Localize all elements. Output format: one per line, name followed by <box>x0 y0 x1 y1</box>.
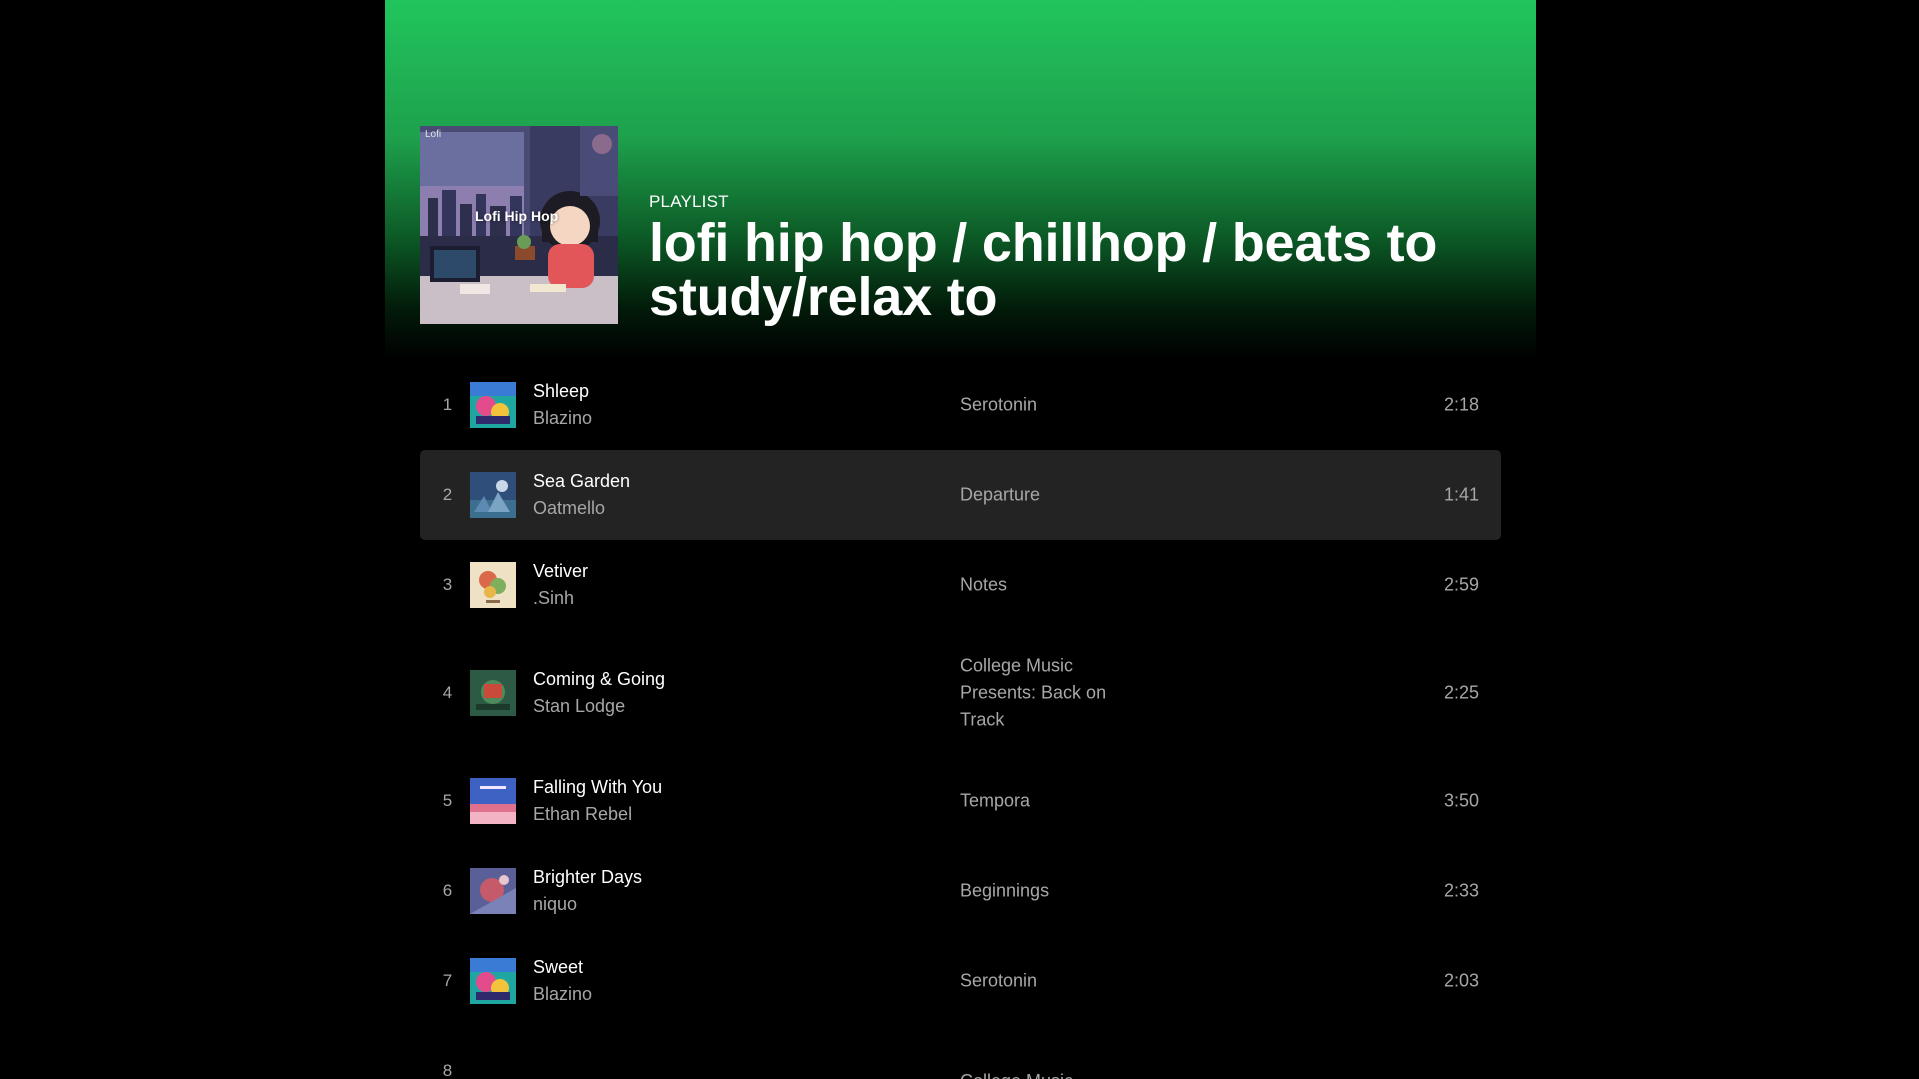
playlist-header: Lofi Lofi Hip Hop PLAYLIST lofi hip hop … <box>385 0 1536 360</box>
track-meta: Sweet Blazino <box>533 954 592 1008</box>
track-row[interactable]: 5 Falling With You Ethan Rebel Tempora 3… <box>420 756 1501 846</box>
track-meta: Sea Garden Oatmello <box>533 468 630 522</box>
track-row[interactable]: 7 Sweet Blazino Serotonin 2:03 <box>420 936 1501 1026</box>
track-number: 4 <box>442 683 453 702</box>
track-artist[interactable]: Stan Lodge <box>533 693 665 720</box>
track-row[interactable]: 2 Sea Garden Oatmello Departure 1:41 <box>420 450 1501 540</box>
track-art <box>470 958 516 1004</box>
track-row[interactable]: 4 Coming & Going Stan Lodge College Musi… <box>420 630 1501 756</box>
track-duration: 3:50 <box>1443 790 1479 811</box>
track-title[interactable]: Brighter Days <box>533 864 642 891</box>
playlist-type-label: PLAYLIST <box>649 192 729 211</box>
track-meta: Coming & Going Stan Lodge <box>533 666 665 720</box>
track-artist[interactable]: Oatmello <box>533 495 630 522</box>
track-duration: 2:03 <box>1443 970 1479 991</box>
track-duration: 1:41 <box>1443 484 1479 505</box>
track-number: 2 <box>442 485 453 504</box>
track-album[interactable]: Tempora <box>960 788 1125 815</box>
track-album[interactable]: College Music Presents: Back on Track <box>960 653 1125 734</box>
cover-title-text: Lofi Hip Hop <box>475 208 559 224</box>
track-artist[interactable]: Blazino <box>533 981 592 1008</box>
track-album[interactable]: Serotonin <box>960 968 1125 995</box>
track-meta: Shleep Blazino <box>533 378 592 432</box>
track-album[interactable]: Departure <box>960 482 1125 509</box>
track-art <box>470 778 516 824</box>
track-album[interactable]: Serotonin <box>960 392 1125 419</box>
track-row[interactable]: 3 Vetiver .Sinh Notes 2:59 <box>420 540 1501 630</box>
track-meta: Falling With You Ethan Rebel <box>533 774 662 828</box>
playlist-cover-art: Lofi Lofi Hip Hop <box>420 126 618 324</box>
track-title[interactable]: Falling With You <box>533 774 662 801</box>
track-art <box>470 382 516 428</box>
track-artist[interactable]: .Sinh <box>533 585 588 612</box>
track-title[interactable]: Shleep <box>533 378 592 405</box>
track-title[interactable]: Coming & Going <box>533 666 665 693</box>
track-number: 5 <box>442 791 453 810</box>
track-duration: 2:59 <box>1443 574 1479 595</box>
track-art <box>470 670 516 716</box>
track-artist[interactable]: niquo <box>533 891 642 918</box>
track-row[interactable]: 1 Shleep Blazino Serotonin 2:18 <box>420 360 1501 450</box>
track-meta: Brighter Days niquo <box>533 864 642 918</box>
track-duration: 2:25 <box>1443 682 1479 703</box>
track-row[interactable]: 8 College Music <box>420 1026 1501 1079</box>
track-row[interactable]: 6 Brighter Days niquo Beginnings 2:33 <box>420 846 1501 936</box>
cover-brand-mark: Lofi <box>425 129 442 140</box>
track-album[interactable]: Notes <box>960 572 1125 599</box>
track-duration: 2:33 <box>1443 880 1479 901</box>
track-duration: 2:18 <box>1443 394 1479 415</box>
track-number: 7 <box>442 971 453 990</box>
track-number: 6 <box>442 881 453 900</box>
track-title[interactable]: Vetiver <box>533 558 588 585</box>
track-number: 8 <box>442 1061 453 1079</box>
track-art <box>470 868 516 914</box>
track-number: 1 <box>442 395 453 414</box>
track-artist[interactable]: Ethan Rebel <box>533 801 662 828</box>
track-number: 3 <box>442 575 453 594</box>
playlist-title: lofi hip hop / chillhop / beats to study… <box>649 213 1438 327</box>
track-artist[interactable]: Blazino <box>533 405 592 432</box>
track-album[interactable]: College Music <box>960 1068 1125 1079</box>
track-title[interactable]: Sweet <box>533 954 592 981</box>
track-album[interactable]: Beginnings <box>960 878 1125 905</box>
track-meta: Vetiver .Sinh <box>533 558 588 612</box>
playlist-page: Lofi Lofi Hip Hop PLAYLIST lofi hip hop … <box>385 0 1536 1079</box>
track-list: 1 Shleep Blazino Serotonin 2:18 2 Sea Ga… <box>420 360 1501 1079</box>
track-art <box>470 472 516 518</box>
track-art <box>470 562 516 608</box>
track-title[interactable]: Sea Garden <box>533 468 630 495</box>
